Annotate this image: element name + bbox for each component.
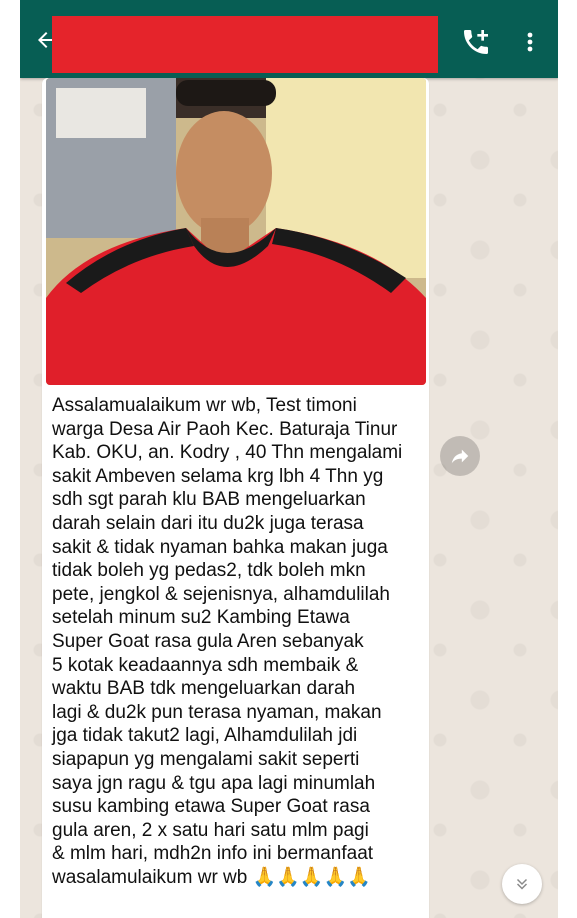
message-bubble[interactable]: Assalamualaikum wr wb, Test timoni warga… bbox=[42, 78, 429, 918]
forward-share-icon bbox=[451, 449, 469, 464]
message-caption: Assalamualaikum wr wb, Test timoni warga… bbox=[52, 395, 403, 888]
add-call-icon bbox=[464, 30, 488, 54]
scroll-to-bottom-button[interactable] bbox=[502, 864, 542, 904]
double-chevron-down-icon bbox=[516, 878, 528, 890]
photo-of-man-in-red-shirt bbox=[46, 78, 426, 385]
more-vert-icon bbox=[527, 32, 533, 52]
message-photo[interactable] bbox=[46, 78, 426, 385]
contact-name-redacted[interactable] bbox=[52, 16, 438, 73]
more-options-button[interactable] bbox=[520, 26, 540, 58]
add-call-button[interactable] bbox=[460, 26, 492, 58]
app-header bbox=[20, 0, 558, 78]
forward-button[interactable] bbox=[440, 436, 480, 476]
chat-screen: Assalamualaikum wr wb, Test timoni warga… bbox=[20, 0, 558, 918]
